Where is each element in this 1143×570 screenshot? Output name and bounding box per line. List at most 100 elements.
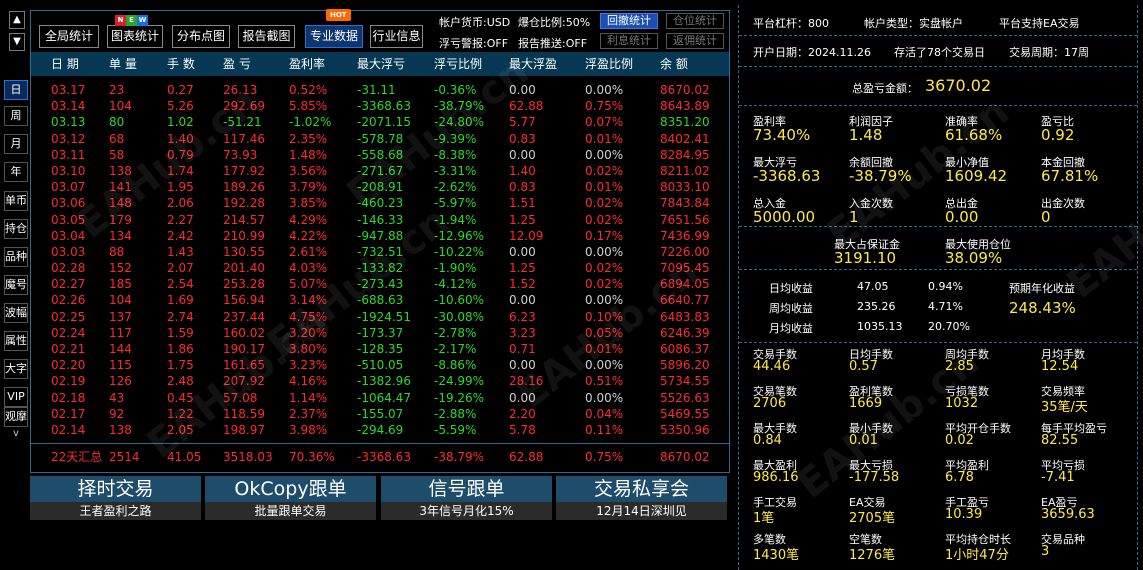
sidebar-item-7[interactable]: 品种 bbox=[4, 247, 28, 267]
stat-value: 2705笔 bbox=[849, 511, 896, 526]
table-cell: 118.59 bbox=[223, 406, 265, 421]
table-row: 02.14 138 2.05 198.97 3.98% -294.69 -5.59% 5.78… bbox=[31, 422, 729, 438]
sidebar-item-12[interactable]: VIP bbox=[4, 387, 28, 407]
toolbar-button-3[interactable]: 分布点图 bbox=[172, 25, 230, 48]
toolbar-button-5[interactable]: 专业数据 bbox=[305, 25, 363, 48]
sidebar-item-8[interactable]: 魔号 bbox=[4, 275, 28, 295]
table-cell: 3.98% bbox=[289, 422, 328, 437]
summary-cell: 0.75% bbox=[585, 450, 624, 464]
table-row: 02.27 185 2.54 253.28 5.07% -273.43 -4.12% 1.52… bbox=[31, 276, 729, 292]
sidebar-item-6[interactable]: 持仓 bbox=[4, 219, 28, 239]
promo-banner-1[interactable]: 择时交易 王者盈利之路 bbox=[30, 476, 201, 520]
table-cell: -208.91 bbox=[357, 180, 404, 195]
table-cell: 185 bbox=[109, 277, 132, 292]
table-row: 02.19 126 2.48 207.92 4.16% -1382.96 -24.99% 28… bbox=[31, 373, 729, 389]
table-cell: 02.14 bbox=[51, 422, 86, 437]
scroll-up-icon[interactable]: ▲ bbox=[9, 11, 25, 29]
sidebar-item-11[interactable]: 大字 bbox=[4, 359, 28, 379]
table-cell: -3368.63 bbox=[357, 99, 411, 114]
table-cell: 1.51 bbox=[509, 196, 536, 211]
open-date: 开户日期：2024.11.26 bbox=[753, 46, 871, 59]
toolbar-button-2[interactable]: 图表统计 bbox=[107, 25, 163, 48]
summary-cell: 41.05 bbox=[167, 450, 202, 464]
table-cell: 253.28 bbox=[223, 277, 265, 292]
promo-title: 交易私享会 bbox=[556, 476, 727, 502]
toolbar-button-6[interactable]: 行业信息 bbox=[370, 25, 423, 48]
period-sidebar: ▲ ▼ 日周月年单币持仓品种魔号波幅属性大字 VIP 观摩 v bbox=[0, 0, 30, 570]
table-row: 03.13 80 1.02 -51.21 -1.02% -2071.15 -24.80% 5.… bbox=[31, 114, 729, 130]
table-cell: 0.00% bbox=[585, 358, 624, 373]
table-cell: 12.09 bbox=[509, 228, 544, 243]
table-cell: -155.07 bbox=[357, 406, 404, 421]
stat-toggle-1[interactable]: 回撤统计 bbox=[600, 13, 658, 29]
stats-divider bbox=[739, 66, 1137, 67]
summary-cell: 8670.02 bbox=[660, 450, 710, 464]
table-cell: 192.28 bbox=[223, 196, 265, 211]
avg-return-percent: 20.70% bbox=[928, 320, 970, 333]
table-cell: -146.33 bbox=[357, 212, 404, 227]
table-cell: 126 bbox=[109, 374, 132, 389]
table-cell: 2.06 bbox=[167, 196, 194, 211]
stat-toggle-2[interactable]: 仓位统计 bbox=[666, 13, 724, 29]
table-cell: 03.17 bbox=[51, 83, 86, 97]
stat-value: 2.85 bbox=[945, 359, 974, 374]
table-cell: 201.40 bbox=[223, 261, 265, 276]
table-cell: 0.05% bbox=[585, 325, 624, 340]
table-cell: 5350.96 bbox=[660, 422, 710, 437]
table-cell: 02.25 bbox=[51, 309, 86, 324]
toolbar-button-1[interactable]: 全局统计 bbox=[39, 25, 99, 48]
table-cell: -2.88% bbox=[434, 406, 477, 421]
table-cell: -173.37 bbox=[357, 325, 404, 340]
sidebar-item-5[interactable]: 单币 bbox=[4, 191, 28, 211]
promo-banner-4[interactable]: 交易私享会 12月14日深圳见 bbox=[556, 476, 727, 520]
sidebar-item-9[interactable]: 波幅 bbox=[4, 303, 28, 323]
table-cell: 190.17 bbox=[223, 342, 265, 356]
table-cell: -8.38% bbox=[434, 147, 477, 162]
sidebar-item-1[interactable]: 日 bbox=[4, 80, 28, 100]
stat-value: 67.81% bbox=[1041, 167, 1099, 185]
toolbar-button-4[interactable]: 报告截图 bbox=[238, 25, 295, 48]
stat-value: -3368.63 bbox=[753, 167, 821, 185]
table-cell: 0.83 bbox=[509, 131, 536, 146]
table-cell: 80 bbox=[109, 115, 125, 130]
sidebar-item-13[interactable]: 观摩 bbox=[4, 407, 28, 427]
table-cell: 104 bbox=[109, 99, 132, 114]
scroll-down-icon[interactable]: ▼ bbox=[9, 33, 25, 51]
stat-toggle-3[interactable]: 利息统计 bbox=[600, 33, 658, 49]
table-cell: 0.79 bbox=[167, 147, 194, 162]
table-cell: 0.00 bbox=[509, 147, 536, 162]
table-cell: 1.40 bbox=[509, 163, 536, 178]
sidebar-item-10[interactable]: 属性 bbox=[4, 331, 28, 351]
table-cell: 214.57 bbox=[223, 212, 265, 227]
table-cell: 5.07% bbox=[289, 277, 328, 292]
stat-toggle-4[interactable]: 返佣统计 bbox=[666, 33, 724, 49]
table-cell: 2.20 bbox=[509, 406, 536, 421]
stat-value: 1笔 bbox=[753, 511, 775, 526]
stat-value: 1276笔 bbox=[849, 548, 896, 563]
sidebar-item-4[interactable]: 年 bbox=[4, 162, 28, 182]
promo-title: 择时交易 bbox=[30, 476, 201, 502]
account-type: 帐户类型：实盘帐户 bbox=[864, 17, 963, 30]
table-cell: 2.42 bbox=[167, 228, 194, 243]
stat-value: 0 bbox=[1041, 208, 1051, 226]
sidebar-item-2[interactable]: 周 bbox=[4, 106, 28, 126]
table-cell: 0.01% bbox=[585, 342, 624, 356]
table-cell: 3.85% bbox=[289, 196, 328, 211]
table-row: 03.04 134 2.42 210.99 4.22% -947.88 -12.96% 12.… bbox=[31, 228, 729, 244]
stat-value: 35笔/天 bbox=[1041, 400, 1088, 415]
table-cell: 4.75% bbox=[289, 309, 328, 324]
promo-banner-3[interactable]: 信号跟单 3年信号月化15% bbox=[381, 476, 552, 520]
table-cell: 7226.00 bbox=[660, 244, 710, 259]
table-cell: -51.21 bbox=[223, 115, 262, 130]
table-cell: -947.88 bbox=[357, 228, 404, 243]
table-cell: 8402.41 bbox=[660, 131, 710, 146]
stat-value: 1 bbox=[849, 208, 859, 226]
table-cell: -3.31% bbox=[434, 163, 477, 178]
promo-banner-2[interactable]: OkCopy跟单 批量跟单交易 bbox=[205, 476, 376, 520]
table-cell: -4.12% bbox=[434, 277, 477, 292]
promo-subtitle: 王者盈利之路 bbox=[30, 502, 201, 520]
sidebar-item-3[interactable]: 月 bbox=[4, 134, 28, 154]
days-traded: 存活了78个交易日 bbox=[894, 46, 985, 59]
sidebar-more-icon[interactable]: v bbox=[4, 428, 28, 440]
stat-value: 44.46 bbox=[753, 359, 791, 374]
